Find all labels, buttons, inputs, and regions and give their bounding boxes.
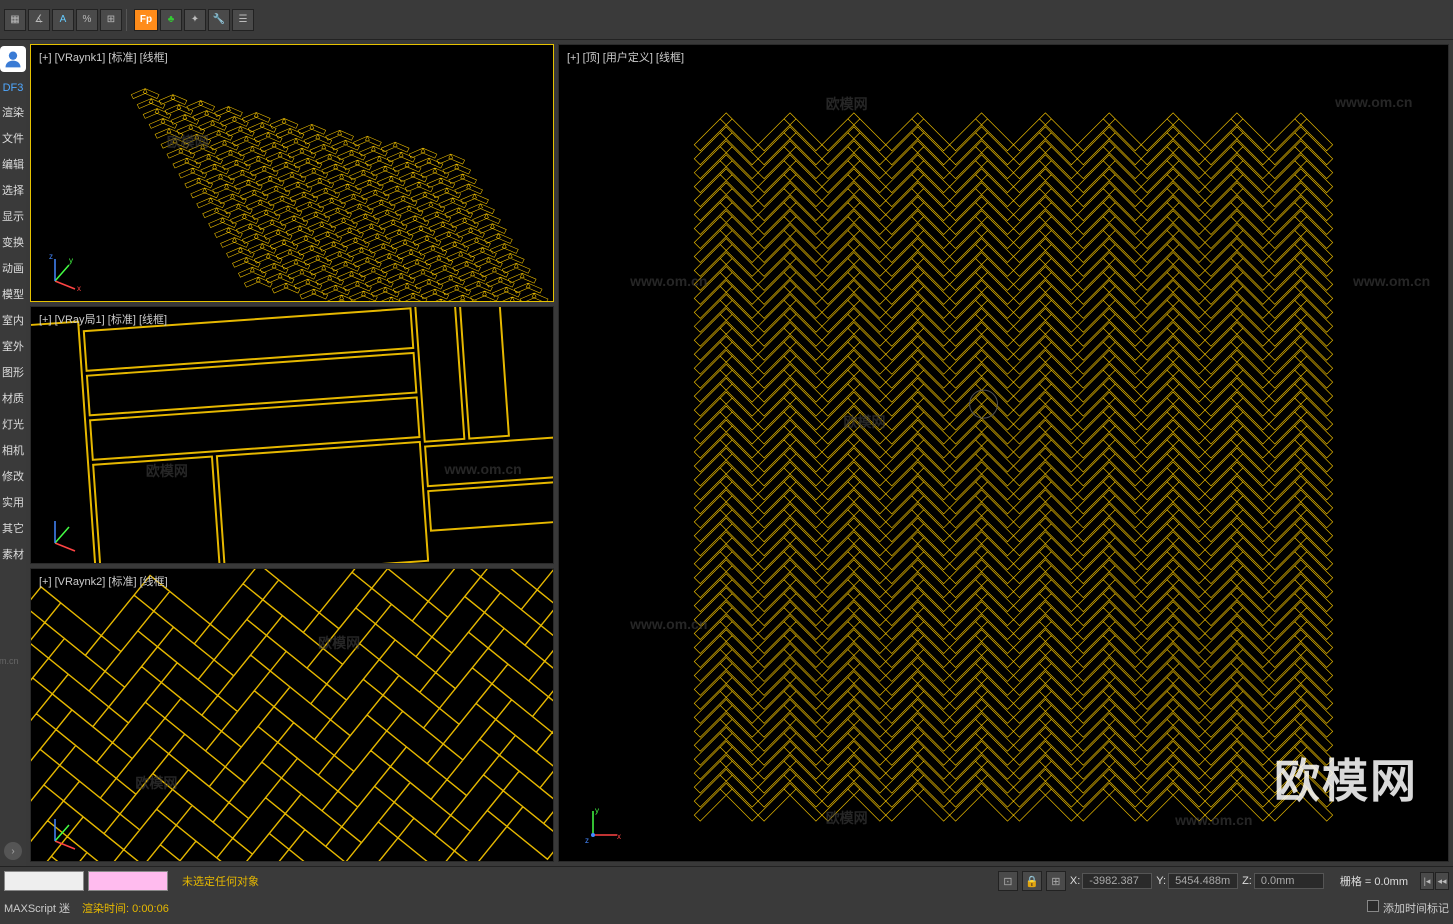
status-swatch-1[interactable]: [4, 871, 84, 891]
sidebar-item-util[interactable]: 实用: [2, 494, 24, 510]
svg-text:z: z: [49, 252, 53, 261]
profile-label: DF3: [3, 82, 24, 94]
viewports-container: [+] [VRaynk1] [标准] [线框] 欧模网 x y z [+] [V…: [26, 40, 1453, 866]
list-icon[interactable]: ☰: [232, 9, 254, 31]
object-snap-icon[interactable]: ⊞: [100, 9, 122, 31]
top-toolbar: ▦ ∡ A % ⊞ Fp ♣ ✦ 🔧 ☰: [0, 0, 1453, 40]
sidebar-item-display[interactable]: 显示: [2, 208, 24, 224]
nav-first-icon[interactable]: |◂: [1420, 872, 1434, 890]
sidebar-item-interior[interactable]: 室内: [2, 312, 24, 328]
coord-y: Y:5454.488m: [1156, 873, 1238, 889]
grid-label: 栅格 = 0.0mm: [1340, 873, 1408, 889]
snap-angle-icon[interactable]: ∡: [28, 9, 50, 31]
axis-gizmo-icon: x y z: [583, 805, 623, 845]
sidebar: DF3 渲染 文件 编辑 选择 显示 变换 动画 模型 室内 室外 图形 材质 …: [0, 40, 26, 866]
selection-lock-icon[interactable]: ⊡: [998, 871, 1018, 891]
viewport-scene: [31, 569, 553, 861]
viewport-top[interactable]: [+] [顶] [用户定义] [线框] 欧模网 www.om.cn www.om…: [558, 44, 1449, 862]
sidebar-item-model[interactable]: 模型: [2, 286, 24, 302]
svg-text:y: y: [595, 806, 599, 815]
snap-grid-icon[interactable]: ▦: [4, 9, 26, 31]
status-bar: 未选定任何对象 ⊡ 🔒 ⊞ X:-3982.387 Y:5454.488m Z:…: [0, 866, 1453, 924]
svg-text:x: x: [617, 832, 621, 841]
sidebar-item-light[interactable]: 灯光: [2, 416, 24, 432]
coord-z: Z:0.0mm: [1242, 873, 1324, 889]
axis-gizmo-icon: [45, 513, 85, 553]
time-nav: |◂ ◂◂: [1420, 872, 1449, 890]
axis-gizmo-icon: x y z: [45, 251, 85, 291]
sidebar-item-select[interactable]: 选择: [2, 182, 24, 198]
coord-x-value[interactable]: -3982.387: [1082, 873, 1152, 889]
sidebar-item-assets[interactable]: 素材: [2, 546, 24, 562]
sidebar-item-material[interactable]: 材质: [2, 390, 24, 406]
viewport-scene: [31, 307, 553, 563]
toolbar-separator: [126, 9, 130, 31]
viewport-closeup[interactable]: [+] [VRay局1] [标准] [线框]: [30, 306, 554, 564]
sidebar-watermark: om.cn: [0, 656, 19, 666]
viewport-scene: [559, 45, 1448, 861]
status-row-2: MAXScript 迷 渲染时间: 0:00:06 添加时间标记: [0, 895, 1453, 921]
selection-status: 未选定任何对象: [182, 873, 259, 889]
viewport-perspective[interactable]: [+] [VRaynk1] [标准] [线框] 欧模网 x y z: [30, 44, 554, 302]
svg-text:z: z: [585, 836, 589, 845]
sidebar-expand-icon[interactable]: ›: [4, 842, 22, 860]
sidebar-item-other[interactable]: 其它: [2, 520, 24, 536]
axis-a-icon[interactable]: A: [52, 9, 74, 31]
coord-z-value[interactable]: 0.0mm: [1254, 873, 1324, 889]
axis-gizmo-icon: [45, 811, 85, 851]
coord-y-value[interactable]: 5454.488m: [1168, 873, 1238, 889]
sidebar-item-anim[interactable]: 动画: [2, 260, 24, 276]
status-swatch-2[interactable]: [88, 871, 168, 891]
time-tag-checkbox[interactable]: 添加时间标记: [1367, 900, 1449, 916]
viewport-label[interactable]: [+] [VRay局1] [标准] [线框]: [39, 311, 167, 327]
lock-icon[interactable]: 🔒: [1022, 871, 1042, 891]
forest-icon[interactable]: ♣: [160, 9, 182, 31]
svg-text:x: x: [77, 284, 81, 291]
render-time-label: 渲染时间: 0:00:06: [82, 900, 169, 916]
sidebar-item-camera[interactable]: 相机: [2, 442, 24, 458]
big-watermark: 欧模网: [1274, 745, 1418, 811]
viewport-label[interactable]: [+] [VRaynk1] [标准] [线框]: [39, 49, 168, 65]
viewport-label[interactable]: [+] [顶] [用户定义] [线框]: [567, 49, 684, 65]
viewports-left-column: [+] [VRaynk1] [标准] [线框] 欧模网 x y z [+] [V…: [30, 44, 554, 862]
sidebar-item-transform[interactable]: 变换: [2, 234, 24, 250]
sidebar-item-modify[interactable]: 修改: [2, 468, 24, 484]
sidebar-item-shape[interactable]: 图形: [2, 364, 24, 380]
viewport-medium[interactable]: [+] [VRaynk2] [标准] [线框] 欧模网 欧模网: [30, 568, 554, 862]
status-row-1: 未选定任何对象 ⊡ 🔒 ⊞ X:-3982.387 Y:5454.488m Z:…: [0, 867, 1453, 895]
maxscript-label[interactable]: MAXScript 迷: [4, 900, 70, 916]
sidebar-item-file[interactable]: 文件: [2, 130, 24, 146]
svg-text:y: y: [69, 256, 73, 265]
viewport-label[interactable]: [+] [VRaynk2] [标准] [线框]: [39, 573, 168, 589]
sidebar-item-exterior[interactable]: 室外: [2, 338, 24, 354]
snap-percent-icon[interactable]: %: [76, 9, 98, 31]
wrench-icon[interactable]: 🔧: [208, 9, 230, 31]
viewport-scene: [31, 45, 553, 301]
avatar-icon[interactable]: [0, 46, 26, 72]
sidebar-item-render[interactable]: 渲染: [2, 104, 24, 120]
main-area: DF3 渲染 文件 编辑 选择 显示 变换 动画 模型 室内 室外 图形 材质 …: [0, 40, 1453, 866]
nav-prev-icon[interactable]: ◂◂: [1435, 872, 1449, 890]
sidebar-item-edit[interactable]: 编辑: [2, 156, 24, 172]
fp-button[interactable]: Fp: [134, 9, 158, 31]
coord-x: X:-3982.387: [1070, 873, 1152, 889]
isolate-icon[interactable]: ⊞: [1046, 871, 1066, 891]
tool-icon[interactable]: ✦: [184, 9, 206, 31]
